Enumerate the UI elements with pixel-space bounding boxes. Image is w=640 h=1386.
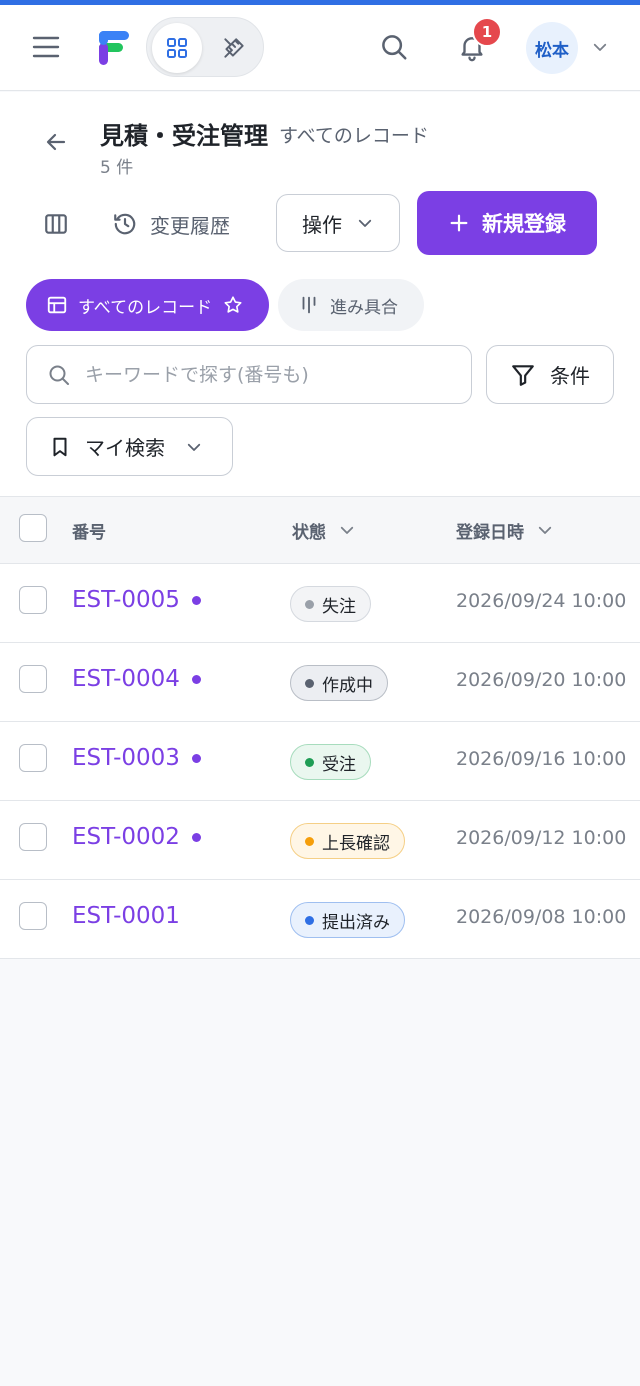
status-dot <box>305 836 314 846</box>
record-count: 5 件 <box>100 158 134 178</box>
registered-date: 2026/09/12 10:00 <box>456 827 627 849</box>
search-input-box[interactable] <box>26 345 472 404</box>
table-row[interactable]: EST-0005 失注 2026/09/24 10:00 <box>0 564 640 643</box>
table-row[interactable]: EST-0002 上長確認 2026/09/12 10:00 <box>0 801 640 880</box>
chevron-down-icon[interactable] <box>586 33 614 61</box>
column-header-registered-label: 登録日時 <box>456 522 524 543</box>
columns-icon[interactable] <box>34 202 78 246</box>
record-link[interactable]: EST-0001 <box>72 903 180 929</box>
row-checkbox[interactable] <box>19 823 47 851</box>
status-badge: 作成中 <box>290 665 388 701</box>
search-input[interactable] <box>85 363 445 386</box>
select-all-checkbox[interactable] <box>19 514 47 542</box>
mode-toggle <box>146 17 264 77</box>
status-label: 提出済み <box>322 912 390 933</box>
notification-badge: 1 <box>472 17 502 47</box>
record-link[interactable]: EST-0004 <box>72 666 201 692</box>
chevron-down-icon <box>538 526 552 534</box>
status-label: 受注 <box>322 754 356 775</box>
record-link[interactable]: EST-0005 <box>72 587 201 613</box>
operations-label: 操作 <box>302 212 342 237</box>
apps-grid-icon[interactable] <box>152 23 202 73</box>
page-subtitle: すべてのレコード <box>279 125 429 147</box>
history-button[interactable]: 変更履歴 <box>112 200 230 248</box>
status-badge: 上長確認 <box>290 823 405 859</box>
my-search-label: マイ検索 <box>85 436 165 460</box>
history-icon <box>114 213 136 235</box>
status-label: 失注 <box>322 596 356 617</box>
unread-dot <box>191 674 201 684</box>
kanban-icon <box>302 296 316 314</box>
tab-all-records-label: すべてのレコード <box>78 297 213 318</box>
record-id: EST-0003 <box>72 745 180 771</box>
operations-button[interactable]: 操作 <box>276 194 400 252</box>
column-header-registered[interactable]: 登録日時 <box>456 497 554 563</box>
unread-dot <box>191 832 201 842</box>
table-row[interactable]: EST-0004 作成中 2026/09/20 10:00 <box>0 643 640 722</box>
table-row[interactable]: EST-0003 受注 2026/09/16 10:00 <box>0 722 640 801</box>
row-checkbox[interactable] <box>19 744 47 772</box>
bookmark-icon <box>53 437 67 456</box>
column-header-status-label: 状態 <box>292 522 326 543</box>
tools-icon[interactable] <box>209 23 259 73</box>
record-id: EST-0005 <box>72 587 180 613</box>
record-link[interactable]: EST-0002 <box>72 824 201 850</box>
search-icon <box>49 365 69 385</box>
row-checkbox[interactable] <box>19 665 47 693</box>
menu-icon[interactable] <box>24 25 68 69</box>
status-dot <box>305 599 314 609</box>
record-link[interactable]: EST-0003 <box>72 745 201 771</box>
conditions-button[interactable]: 条件 <box>486 345 614 404</box>
history-label: 変更履歴 <box>150 213 230 238</box>
status-dot <box>305 678 314 688</box>
tab-progress-label: 進み具合 <box>330 297 398 318</box>
record-id: EST-0001 <box>72 903 180 929</box>
registered-date: 2026/09/24 10:00 <box>456 590 627 612</box>
tab-all-records[interactable]: すべてのレコード <box>26 279 269 331</box>
plus-icon <box>450 214 468 232</box>
status-badge: 受注 <box>290 744 371 780</box>
registered-date: 2026/09/08 10:00 <box>456 906 627 928</box>
status-badge: 失注 <box>290 586 371 622</box>
row-checkbox[interactable] <box>19 902 47 930</box>
filter-icon <box>512 364 534 386</box>
table-header: 番号 状態 登録日時 <box>0 496 640 564</box>
status-label: 上長確認 <box>322 833 390 854</box>
my-search-button[interactable]: マイ検索 <box>26 417 233 476</box>
column-header-number-label: 番号 <box>72 522 106 543</box>
record-id: EST-0004 <box>72 666 180 692</box>
tab-progress[interactable]: 進み具合 <box>278 279 424 331</box>
page-title: 見積・受注管理 <box>100 122 268 150</box>
avatar[interactable]: 松本 <box>526 22 578 74</box>
unread-dot <box>191 595 201 605</box>
column-header-status[interactable]: 状態 <box>292 497 356 563</box>
back-arrow-icon[interactable] <box>36 122 76 162</box>
search-icon[interactable] <box>372 25 416 69</box>
app-logo[interactable] <box>94 27 136 69</box>
unread-dot <box>191 753 201 763</box>
chevron-down-icon <box>187 443 201 451</box>
chevron-down-icon <box>358 219 372 227</box>
status-dot <box>305 757 314 767</box>
records-table: 番号 状態 登録日時 EST-0005 失注 2026/09/24 10:00 … <box>0 496 640 959</box>
record-id: EST-0002 <box>72 824 180 850</box>
status-badge: 提出済み <box>290 902 405 938</box>
column-header-number[interactable]: 番号 <box>72 497 106 563</box>
new-record-label: 新規登録 <box>482 212 566 236</box>
chevron-down-icon <box>340 526 354 534</box>
app-header: 1 松本 <box>0 5 640 91</box>
registered-date: 2026/09/20 10:00 <box>456 669 627 691</box>
table-row[interactable]: EST-0001 提出済み 2026/09/08 10:00 <box>0 880 640 959</box>
status-label: 作成中 <box>322 675 373 696</box>
table-icon <box>47 296 67 314</box>
registered-date: 2026/09/16 10:00 <box>456 748 627 770</box>
page-header-section: 見積・受注管理 すべてのレコード 5 件 変更履歴 操作 新規登録 すべてのレコ… <box>0 92 640 496</box>
star-icon[interactable] <box>222 294 244 316</box>
conditions-label: 条件 <box>550 364 590 388</box>
new-record-button[interactable]: 新規登録 <box>417 191 597 255</box>
row-checkbox[interactable] <box>19 586 47 614</box>
status-dot <box>305 915 314 925</box>
